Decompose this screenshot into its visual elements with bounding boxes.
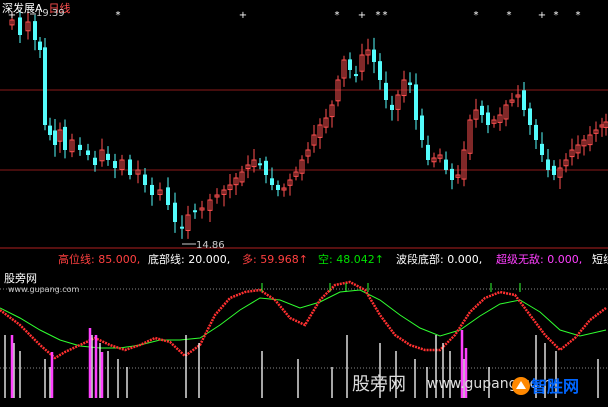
stock-chart-window: + * + * + * * * * + * * 深发展A 日线 19.39 14.86 高位线: 85.… (0, 0, 608, 407)
candle-body (166, 187, 170, 205)
candle-body (113, 161, 117, 168)
candle-body (348, 59, 352, 70)
sub-chart-name: 股旁网 (4, 272, 37, 285)
candle-body (93, 157, 97, 165)
candle-body (390, 104, 394, 110)
candle-body (86, 150, 90, 155)
indicator-item: 高位线: 85.000, (58, 251, 140, 267)
signal-star-icon: * (507, 10, 512, 21)
candle-body (264, 160, 268, 175)
signal-star-icon: * (474, 10, 479, 21)
chart-canvas[interactable]: + * + * + * * * * + * * (0, 0, 608, 407)
signal-star-icon: + (538, 10, 546, 21)
candle-body (540, 143, 544, 155)
site-url: www.gupang.com (8, 285, 80, 294)
candle-body (128, 159, 132, 175)
indicator-label: 超级无敌: (496, 253, 544, 266)
candle-body (180, 226, 184, 229)
signal-star-icon: * (576, 10, 581, 21)
candle-body (522, 90, 526, 110)
candle-body (378, 61, 382, 80)
watermark-logo-icon (512, 377, 530, 395)
signal-star-icon: * (376, 10, 381, 21)
watermark-text: 股旁网 (352, 374, 406, 395)
indicator-value: 0.000, (543, 253, 583, 266)
candle-body (546, 159, 550, 170)
candle-body (486, 112, 490, 125)
indicator-value: 0.000, (443, 253, 483, 266)
candle-body (150, 184, 154, 195)
signal-star-icon: + (239, 10, 247, 21)
candle-body (270, 178, 274, 185)
candle-body (48, 125, 52, 135)
signal-star-icon: * (335, 10, 340, 21)
indicator-item: 空: 48.042↑ (318, 251, 384, 267)
candle-body (143, 174, 147, 185)
indicator-label: 底部线: (148, 253, 185, 266)
candle-body (354, 74, 358, 77)
indicator-item: 超级无敌: 0.000, (496, 251, 582, 267)
indicator-label: 波段底部: (396, 253, 444, 266)
candle-body (258, 163, 262, 166)
candle-body (372, 49, 376, 62)
watermark-brand: 智胜网 (531, 377, 580, 396)
candle-body (414, 84, 418, 120)
indicator-value: 85.000, (94, 253, 141, 266)
candle-body (276, 184, 280, 190)
candle-body (106, 153, 110, 160)
candle-body (450, 168, 454, 180)
candle-body (384, 82, 388, 100)
candle-body (528, 108, 532, 125)
signal-star-icon: * (383, 10, 388, 21)
candle-body (420, 115, 424, 140)
indicator-item: 短线 (592, 251, 608, 267)
indicator-item: 底部线: 20.000, (148, 251, 230, 267)
signal-star-icon: + (358, 10, 366, 21)
indicator-item: 波段底部: 0.000, (396, 251, 482, 267)
candle-body (534, 124, 538, 140)
candle-body (552, 165, 556, 175)
high-price-label: 19.39 (36, 8, 65, 19)
indicator-value: 59.968↑ (256, 253, 308, 266)
indicator-item: 多: 59.968↑ (242, 251, 308, 267)
candle-body (193, 210, 197, 213)
candle-body (18, 17, 22, 35)
candle-body (408, 82, 412, 85)
candle-body (33, 21, 37, 40)
indicator-value-bar: 高位线: 85.000, 底部线: 20.000, 多: 59.968↑ 空: 48.… (0, 250, 608, 267)
candle-body (38, 41, 42, 50)
indicator-label: 空: (318, 253, 333, 266)
candle-body (43, 47, 47, 125)
indicator-label: 短线 (592, 253, 608, 266)
indicator-label: 高位线: (58, 253, 95, 266)
candle-body (444, 159, 448, 170)
indicator-value: 48.042↑ (332, 253, 384, 266)
indicator-label: 多: (242, 253, 257, 266)
candle-body (78, 144, 82, 150)
signal-star-icon: * (116, 10, 121, 21)
candle-body (426, 144, 430, 160)
signal-star-icon: * (554, 10, 559, 21)
candle-body (173, 202, 177, 222)
candle-body (63, 126, 67, 150)
candle-body (480, 105, 484, 115)
indicator-value: 20.000, (184, 253, 231, 266)
candle-body (53, 130, 57, 145)
